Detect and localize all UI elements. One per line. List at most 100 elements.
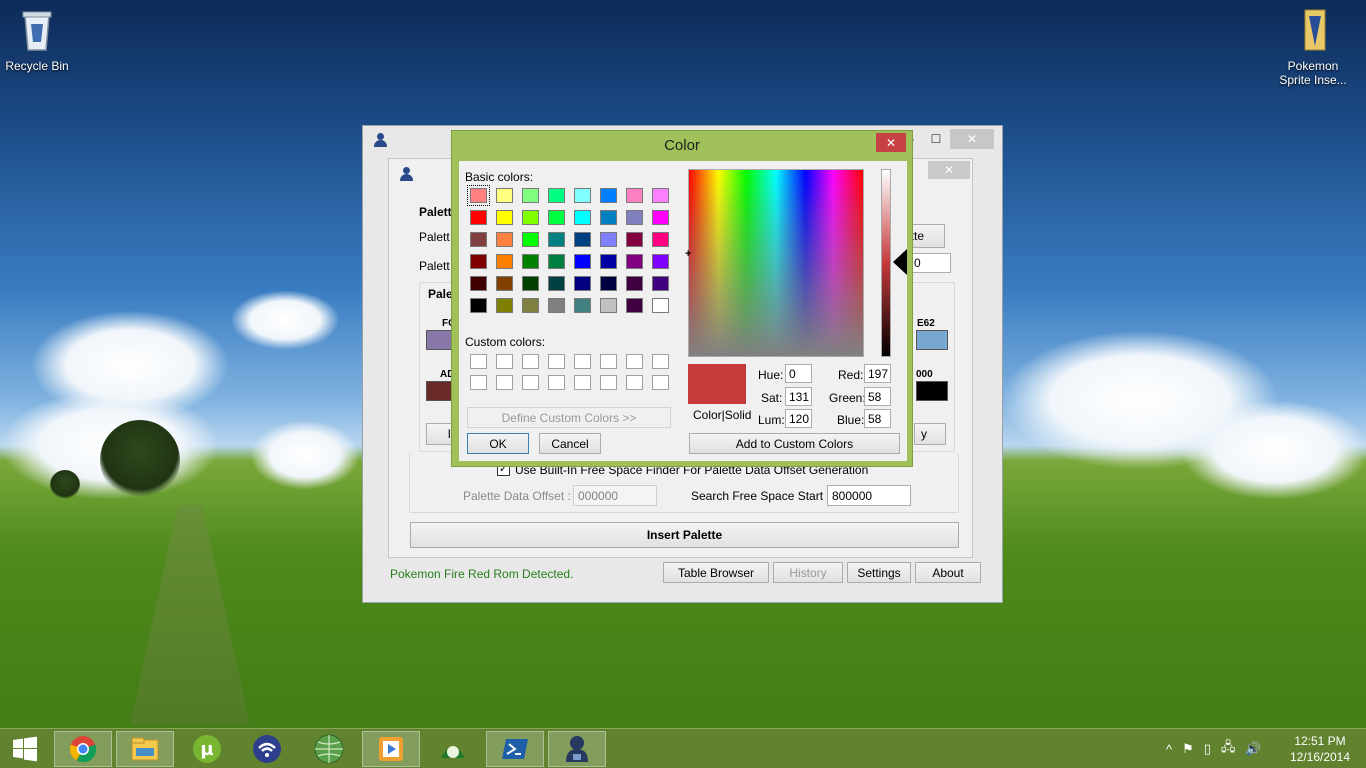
basic-color-swatch[interactable] <box>574 188 591 203</box>
custom-color-swatch[interactable] <box>626 354 643 369</box>
basic-color-swatch[interactable] <box>548 188 565 203</box>
basic-color-swatch[interactable] <box>626 188 643 203</box>
basic-color-swatch[interactable] <box>470 210 487 225</box>
basic-color-swatch[interactable] <box>574 210 591 225</box>
basic-color-swatch[interactable] <box>522 254 539 269</box>
basic-color-swatch[interactable] <box>626 298 643 313</box>
palette-swatch-ad[interactable] <box>426 381 454 401</box>
basic-color-swatch[interactable] <box>522 298 539 313</box>
palette-swatch-000[interactable] <box>916 381 948 401</box>
basic-color-swatch[interactable] <box>652 232 669 247</box>
custom-color-swatch[interactable] <box>470 354 487 369</box>
luminance-arrow-icon[interactable] <box>893 249 907 275</box>
basic-color-swatch[interactable] <box>600 254 617 269</box>
basic-color-swatch[interactable] <box>548 254 565 269</box>
custom-color-swatch[interactable] <box>522 375 539 390</box>
basic-color-swatch[interactable] <box>574 276 591 291</box>
basic-color-swatch[interactable] <box>496 232 513 247</box>
palette-data-offset-field[interactable]: 000000 <box>573 485 657 506</box>
action-center-icon[interactable]: ⚑ <box>1182 741 1194 757</box>
ok-button[interactable]: OK <box>467 433 529 454</box>
custom-color-swatch[interactable] <box>496 375 513 390</box>
taskbar-wifi-app[interactable] <box>238 731 296 767</box>
pokemon-sprite-folder-icon[interactable]: Pokemon Sprite Inse... <box>1274 8 1352 87</box>
color-spectrum[interactable] <box>688 169 864 357</box>
hue-field[interactable]: 0 <box>785 364 812 383</box>
custom-color-swatch[interactable] <box>548 375 565 390</box>
custom-color-swatch[interactable] <box>470 375 487 390</box>
basic-color-swatch[interactable] <box>548 232 565 247</box>
settings-button[interactable]: Settings <box>847 562 911 583</box>
basic-color-swatch[interactable] <box>626 232 643 247</box>
basic-color-swatch[interactable] <box>522 232 539 247</box>
custom-color-swatch[interactable] <box>574 375 591 390</box>
custom-color-swatch[interactable] <box>652 375 669 390</box>
basic-color-swatch[interactable] <box>626 210 643 225</box>
table-browser-button[interactable]: Table Browser <box>663 562 769 583</box>
custom-color-swatch[interactable] <box>626 375 643 390</box>
basic-color-swatch[interactable] <box>548 210 565 225</box>
blue-field[interactable]: 58 <box>864 409 891 428</box>
basic-color-swatch[interactable] <box>496 254 513 269</box>
green-field[interactable]: 58 <box>864 387 891 406</box>
basic-color-swatch[interactable] <box>652 276 669 291</box>
custom-color-swatch[interactable] <box>522 354 539 369</box>
taskbar-app-user[interactable] <box>548 731 606 767</box>
color-dialog-close-button[interactable]: ✕ <box>876 133 906 152</box>
basic-color-swatch[interactable] <box>496 188 513 203</box>
basic-color-swatch[interactable] <box>600 276 617 291</box>
add-to-custom-colors-button[interactable]: Add to Custom Colors <box>689 433 900 454</box>
custom-color-swatch[interactable] <box>496 354 513 369</box>
luminance-slider[interactable] <box>881 169 891 357</box>
basic-color-swatch[interactable] <box>470 276 487 291</box>
taskbar-clock[interactable]: 12:51 PM 12/16/2014 <box>1288 733 1352 765</box>
volume-icon[interactable]: 🔊 <box>1245 741 1261 757</box>
red-field[interactable]: 197 <box>864 364 891 383</box>
taskbar-powershell[interactable] <box>486 731 544 767</box>
basic-color-swatch[interactable] <box>496 210 513 225</box>
basic-color-swatch[interactable] <box>496 276 513 291</box>
basic-color-swatch[interactable] <box>574 254 591 269</box>
taskbar-globe-app[interactable] <box>300 731 358 767</box>
basic-color-swatch[interactable] <box>600 210 617 225</box>
basic-color-swatch[interactable] <box>652 254 669 269</box>
custom-color-swatch[interactable] <box>574 354 591 369</box>
taskbar-chrome[interactable] <box>54 731 112 767</box>
taskbar-utorrent[interactable]: µ <box>178 731 236 767</box>
basic-color-swatch[interactable] <box>467 185 490 206</box>
cancel-button[interactable]: Cancel <box>539 433 601 454</box>
custom-color-swatch[interactable] <box>600 375 617 390</box>
basic-color-swatch[interactable] <box>600 298 617 313</box>
basic-color-swatch[interactable] <box>548 276 565 291</box>
lum-field[interactable]: 120 <box>785 409 812 428</box>
basic-color-swatch[interactable] <box>548 298 565 313</box>
basic-color-swatch[interactable] <box>470 254 487 269</box>
palette-swatch-e62[interactable] <box>916 330 948 350</box>
basic-color-swatch[interactable] <box>496 298 513 313</box>
insert-palette-button[interactable]: Insert Palette <box>410 522 959 548</box>
search-free-space-field[interactable]: 800000 <box>827 485 911 506</box>
basic-color-swatch[interactable] <box>574 298 591 313</box>
basic-color-swatch[interactable] <box>600 188 617 203</box>
right-palette-button[interactable]: y <box>914 423 946 445</box>
inner-close-button[interactable]: ✕ <box>928 161 970 179</box>
basic-color-swatch[interactable] <box>652 298 669 313</box>
palette-row2-field[interactable]: 0 <box>909 253 951 273</box>
custom-color-swatch[interactable] <box>652 354 669 369</box>
start-button[interactable] <box>0 731 50 767</box>
basic-color-swatch[interactable] <box>470 298 487 313</box>
basic-color-swatch[interactable] <box>626 254 643 269</box>
battery-icon[interactable]: ▯ <box>1204 741 1211 757</box>
taskbar-media-player[interactable] <box>362 731 420 767</box>
history-button[interactable]: History <box>773 562 843 583</box>
palette-swatch-fc[interactable] <box>426 330 454 350</box>
basic-color-swatch[interactable] <box>522 188 539 203</box>
sat-field[interactable]: 131 <box>785 387 812 406</box>
define-custom-colors-button[interactable]: Define Custom Colors >> <box>467 407 671 428</box>
basic-color-swatch[interactable] <box>574 232 591 247</box>
basic-color-swatch[interactable] <box>652 188 669 203</box>
taskbar-file-explorer[interactable] <box>116 731 174 767</box>
tray-overflow-icon[interactable]: ^ <box>1166 742 1172 757</box>
custom-color-swatch[interactable] <box>548 354 565 369</box>
about-button[interactable]: About <box>915 562 981 583</box>
